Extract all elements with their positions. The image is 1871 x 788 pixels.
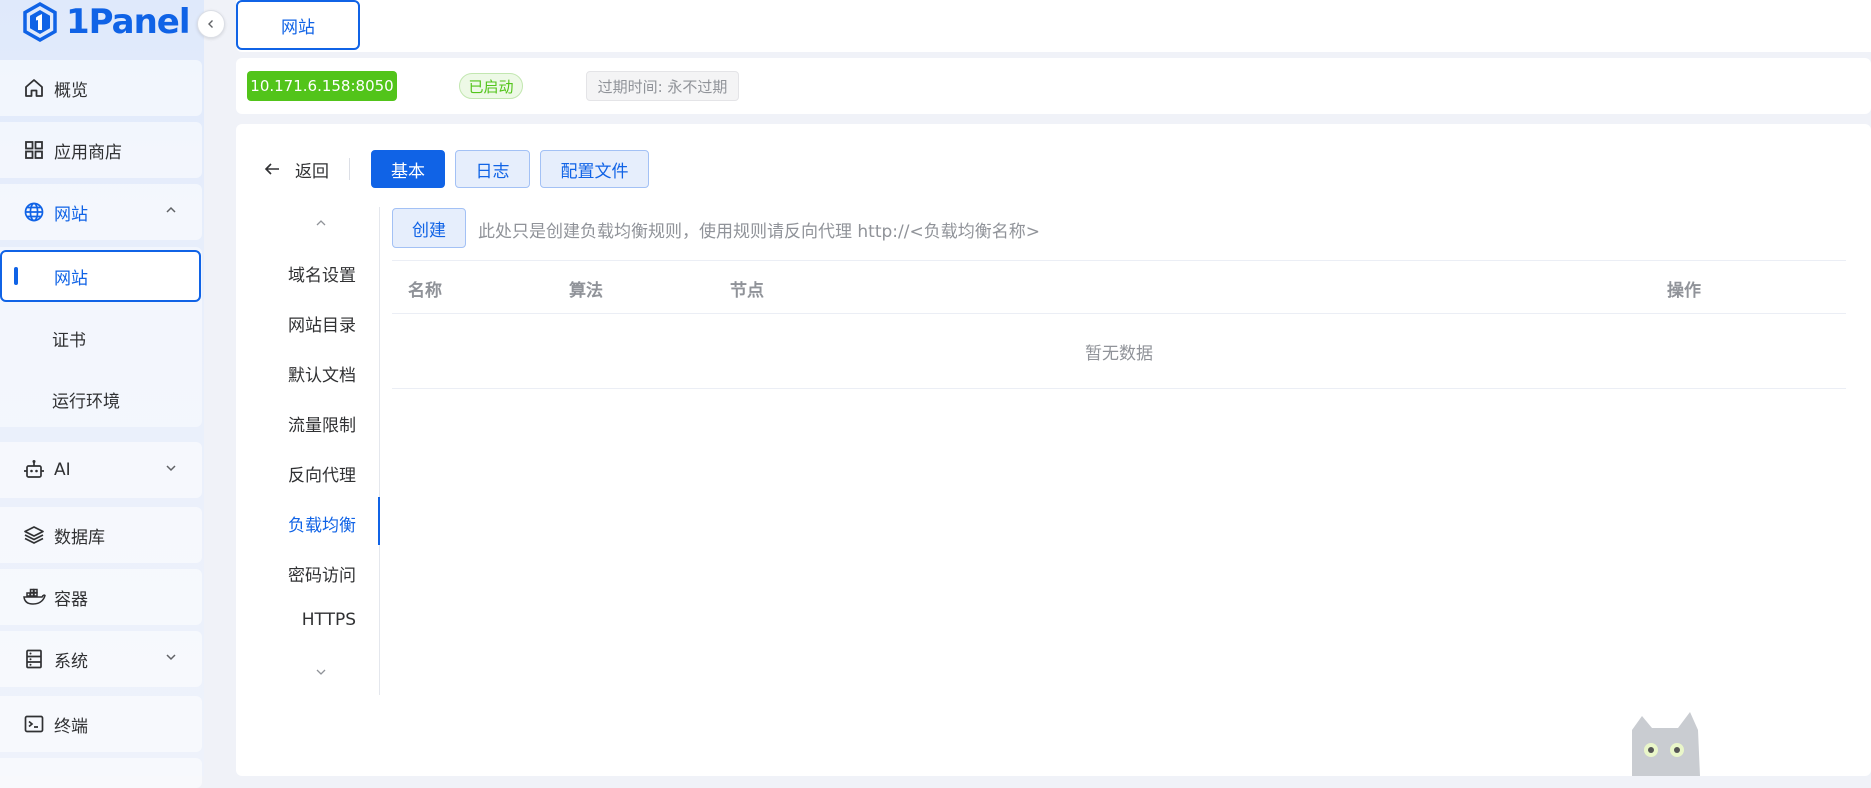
sidebar-item-more[interactable] (0, 758, 202, 788)
globe-icon (22, 200, 46, 224)
home-icon (22, 76, 46, 100)
settings-nav: 域名设置 网站目录 默认文档 流量限制 反向代理 负载均衡 密码访问 HTTPS (262, 207, 380, 695)
sidebar-item-system[interactable]: 系统 (0, 631, 202, 687)
column-header-actions: 操作 (1667, 281, 1701, 301)
chevron-left-icon (208, 20, 213, 28)
nav-item-load-balance[interactable]: 负载均衡 (288, 511, 356, 536)
top-bar (236, 0, 1871, 52)
column-header-nodes: 节点 (730, 281, 764, 301)
sidebar-item-database[interactable]: 数据库 (0, 507, 202, 563)
sidebar-collapse-button[interactable] (197, 10, 225, 38)
divider (349, 158, 350, 180)
arrow-left-icon (264, 163, 279, 175)
chevron-down-icon (164, 460, 178, 480)
load-balance-table: 名称 算法 节点 操作 暂无数据 (392, 260, 1846, 389)
sidebar-subitem-label: 网站 (54, 268, 88, 289)
sidebar-subitem-label: 运行环境 (52, 391, 120, 412)
scroll-down-icon[interactable] (314, 665, 328, 679)
sidebar-item-container[interactable]: 容器 (0, 569, 202, 625)
active-indicator (14, 267, 18, 285)
robot-icon (22, 458, 46, 482)
sidebar-item-website[interactable]: 网站 (0, 184, 202, 240)
tab-label: 网站 (281, 17, 315, 38)
logo[interactable]: 1Panel (22, 2, 191, 42)
sidebar-subitem-website[interactable]: 网站 (0, 250, 201, 302)
sidebar-item-label: AI (54, 460, 71, 480)
nav-item-reverse-proxy[interactable]: 反向代理 (288, 461, 356, 486)
apps-grid-icon (22, 138, 46, 162)
sidebar-item-label: 概览 (54, 80, 88, 101)
site-address-tag[interactable]: 10.171.6.158:8050 (247, 71, 397, 101)
nav-divider (379, 207, 380, 695)
nav-item-domain[interactable]: 域名设置 (288, 261, 356, 286)
nav-item-https[interactable]: HTTPS (302, 610, 356, 630)
sidebar-item-label: 应用商店 (54, 142, 122, 163)
create-button[interactable]: 创建 (392, 208, 466, 248)
sidebar-item-ai[interactable]: AI (0, 442, 202, 498)
chevron-up-icon (164, 202, 178, 222)
chevron-down-icon (164, 649, 178, 669)
sidebar-item-label: 网站 (54, 204, 88, 225)
table-header: 名称 算法 节点 操作 (392, 260, 1846, 314)
scroll-up-icon[interactable] (314, 216, 328, 230)
load-balance-hint: 此处只是创建负载均衡规则，使用规则请反向代理 http://<负载均衡名称> (478, 222, 1040, 242)
tab-log[interactable]: 日志 (455, 150, 530, 188)
cat-mascot-icon (1632, 712, 1700, 776)
layers-icon (22, 523, 46, 547)
column-header-algorithm: 算法 (569, 281, 603, 301)
sidebar-item-label: 容器 (54, 589, 88, 610)
server-icon (22, 647, 46, 671)
tab-config-file[interactable]: 配置文件 (540, 150, 649, 188)
back-button[interactable]: 返回 (263, 156, 350, 182)
sidebar-item-label: 系统 (54, 651, 88, 672)
expire-time-tag: 过期时间: 永不过期 (586, 71, 739, 101)
sidebar: 1Panel 概览 应用商店 网站 网站 证书 运行环境 AI 数据库 容器 系… (0, 0, 204, 788)
docker-icon (22, 585, 46, 609)
sidebar-subitem-label: 证书 (52, 330, 86, 351)
sidebar-item-label: 数据库 (54, 527, 105, 548)
nav-item-default-doc[interactable]: 默认文档 (288, 361, 356, 386)
empty-state: 暂无数据 (392, 314, 1846, 389)
back-label: 返回 (295, 161, 329, 182)
sidebar-item-app-store[interactable]: 应用商店 (0, 122, 202, 178)
nav-item-site-directory[interactable]: 网站目录 (288, 311, 356, 336)
sidebar-item-overview[interactable]: 概览 (0, 60, 202, 116)
nav-active-indicator (378, 497, 380, 545)
nav-item-password-access[interactable]: 密码访问 (288, 561, 356, 586)
sidebar-item-terminal[interactable]: 终端 (0, 696, 202, 752)
sidebar-subitem-runtime[interactable]: 运行环境 (0, 373, 202, 425)
nav-item-rate-limit[interactable]: 流量限制 (288, 411, 356, 436)
tab-website[interactable]: 网站 (236, 0, 360, 50)
terminal-icon (22, 712, 46, 736)
sidebar-subitem-certificate[interactable]: 证书 (0, 312, 202, 364)
status-badge: 已启动 (459, 73, 523, 99)
column-header-name: 名称 (408, 281, 442, 301)
sidebar-item-label: 终端 (54, 716, 88, 737)
brand-name: 1Panel (66, 2, 191, 42)
tab-basic[interactable]: 基本 (371, 150, 445, 188)
1panel-logo-icon (23, 2, 57, 42)
